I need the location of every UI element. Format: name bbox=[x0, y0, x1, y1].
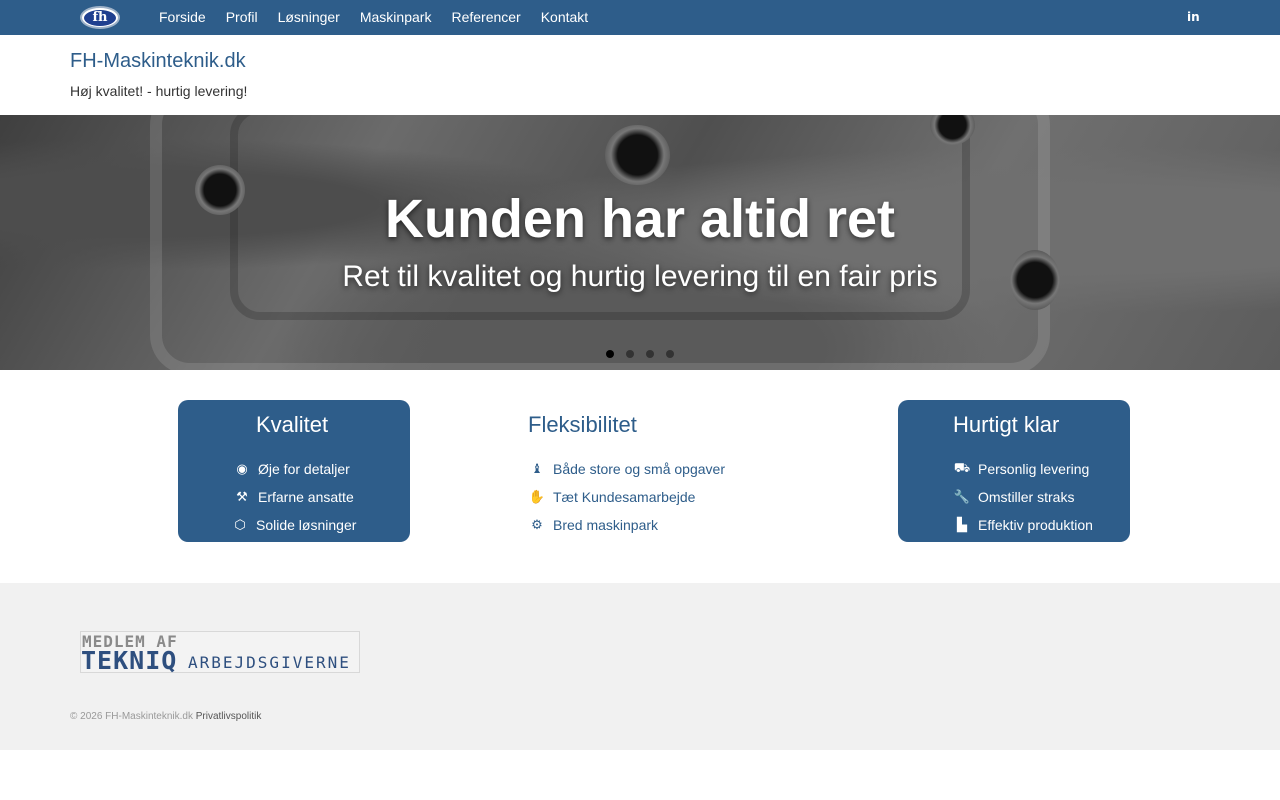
privacy-policy-link[interactable]: Privatlivspolitik bbox=[196, 711, 262, 722]
feature-item: ✋ Tæt Kundesamarbejde bbox=[528, 483, 725, 511]
nav-item-referencer[interactable]: Referencer bbox=[441, 0, 530, 35]
slider-dot-1[interactable] bbox=[606, 350, 614, 358]
feature-item-label: Solide løsninger bbox=[256, 517, 357, 533]
truck-icon: ⛟ bbox=[953, 460, 971, 475]
slider-dot-3[interactable] bbox=[646, 350, 654, 358]
tekniq-suffix: ARBEJDSGIVERNE bbox=[188, 653, 351, 672]
eye-icon: ◉ bbox=[236, 461, 248, 476]
hero-background-hole bbox=[605, 125, 670, 185]
top-navbar: fh Forside Profil Løsninger Maskinpark R… bbox=[0, 0, 1280, 35]
feature-item: ⚙ Bred maskinpark bbox=[528, 511, 725, 539]
chess-icon: ♝ bbox=[531, 461, 543, 476]
industry-icon: ▙ bbox=[957, 517, 967, 532]
feature-hurtigt-klar: Hurtigt klar ⛟ Personlig levering 🔧 Omstil… bbox=[898, 400, 1130, 542]
hero-slider: Kunden har altid ret Ret til kvalitet og… bbox=[0, 115, 1280, 370]
site-title[interactable]: FH-Maskinteknik.dk bbox=[70, 50, 246, 73]
feature-title: Hurtigt klar bbox=[953, 412, 1060, 437]
feature-item-label: Både store og små opgaver bbox=[553, 461, 725, 477]
feature-item: ◉ Øje for detaljer bbox=[233, 455, 356, 483]
feature-title: Fleksibilitet bbox=[528, 412, 637, 437]
handshake-icon: ✋ bbox=[528, 489, 546, 504]
nav-item-kontakt[interactable]: Kontakt bbox=[531, 0, 598, 35]
feature-item-label: Erfarne ansatte bbox=[258, 489, 354, 505]
slider-dot-4[interactable] bbox=[666, 350, 674, 358]
tekniq-member-logo[interactable]: MEDLEM AF TEKNIQ ARBEJDSGIVERNE bbox=[80, 631, 360, 675]
feature-item-label: Effektiv produktion bbox=[978, 517, 1093, 533]
logo-text: fh bbox=[84, 9, 116, 26]
slider-dot-2[interactable] bbox=[626, 350, 634, 358]
site-footer: MEDLEM AF TEKNIQ ARBEJDSGIVERNE © 2026 F… bbox=[0, 583, 1280, 750]
nav-item-profil[interactable]: Profil bbox=[216, 0, 268, 35]
hero-subtitle: Ret til kvalitet og hurtig levering til … bbox=[342, 260, 938, 293]
feature-title: Kvalitet bbox=[256, 412, 329, 437]
feature-item: ⛟ Personlig levering bbox=[953, 455, 1093, 483]
feature-fleksibilitet: Fleksibilitet ♝ Både store og små opgaver… bbox=[528, 400, 760, 542]
nav-item-losninger[interactable]: Løsninger bbox=[268, 0, 350, 35]
copyright-text: © 2026 FH-Maskinteknik.dk bbox=[70, 711, 193, 722]
logo[interactable]: fh bbox=[80, 6, 120, 29]
site-tagline: Høj kvalitet! - hurtig levering! bbox=[70, 83, 248, 99]
feature-item: ♝ Både store og små opgaver bbox=[528, 455, 725, 483]
linkedin-icon[interactable]: in bbox=[1187, 11, 1200, 24]
copyright: © 2026 FH-Maskinteknik.dk Privatlivspoli… bbox=[70, 711, 261, 722]
wrench-icon: 🔧 bbox=[953, 489, 971, 504]
feature-list: ♝ Både store og små opgaver ✋ Tæt Kundesam… bbox=[528, 455, 725, 539]
feature-item-label: Tæt Kundesamarbejde bbox=[553, 489, 696, 505]
feature-kvalitet: Kvalitet ◉ Øje for detaljer ⚒ Erfarne ansa… bbox=[178, 400, 410, 542]
feature-list: ◉ Øje for detaljer ⚒ Erfarne ansatte ⬡ Soli… bbox=[233, 455, 356, 539]
cogs-icon: ⚙ bbox=[531, 517, 543, 532]
feature-item-label: Personlig levering bbox=[978, 461, 1090, 477]
feature-item: 🔧 Omstiller straks bbox=[953, 483, 1093, 511]
feature-list: ⛟ Personlig levering 🔧 Omstiller straks ▙ E… bbox=[953, 455, 1093, 539]
nav-item-forside[interactable]: Forside bbox=[149, 0, 216, 35]
people-carry-icon: ⚒ bbox=[236, 489, 248, 504]
feature-item-label: Omstiller straks bbox=[978, 489, 1075, 505]
nav-item-maskinpark[interactable]: Maskinpark bbox=[350, 0, 442, 35]
hero-title: Kunden har altid ret bbox=[384, 189, 896, 249]
feature-item-label: Øje for detaljer bbox=[258, 461, 350, 477]
feature-item: ▙ Effektiv produktion bbox=[953, 511, 1093, 539]
feature-item-label: Bred maskinpark bbox=[553, 517, 659, 533]
tekniq-brand: TEKNIQ bbox=[81, 646, 178, 675]
feature-item: ⚒ Erfarne ansatte bbox=[233, 483, 356, 511]
cube-icon: ⬡ bbox=[234, 517, 246, 532]
slider-dots bbox=[606, 350, 674, 358]
main-menu: Forside Profil Løsninger Maskinpark Refe… bbox=[149, 0, 598, 35]
feature-item: ⬡ Solide løsninger bbox=[231, 511, 356, 539]
